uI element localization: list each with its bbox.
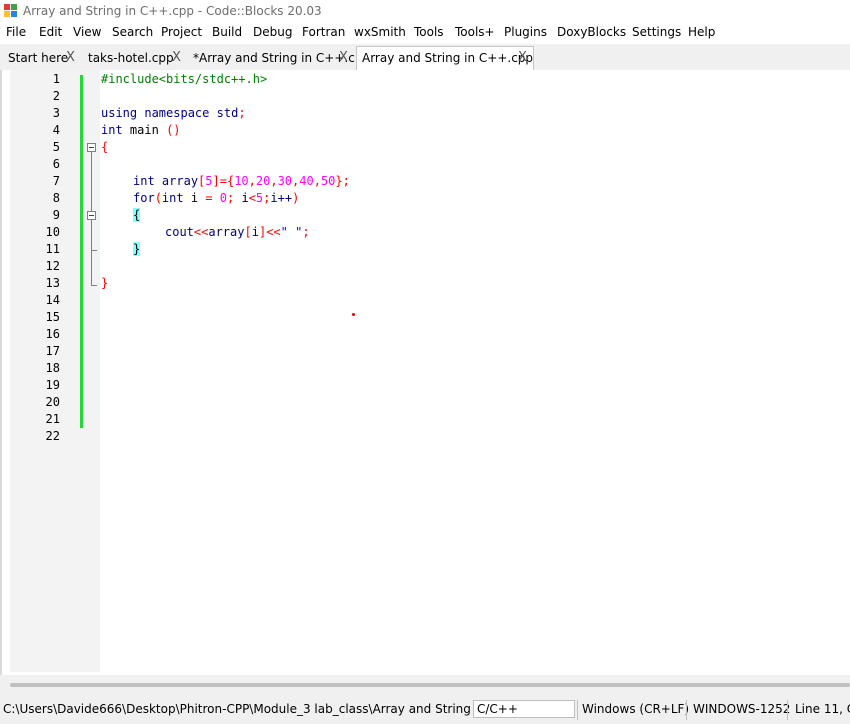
tab-label: taks-hotel.cpp: [88, 51, 174, 65]
line-number: 6: [52, 157, 60, 171]
status-encoding: WINDOWS-1252: [693, 702, 791, 716]
code-line-13: }: [101, 276, 109, 290]
status-language: C/C++: [473, 700, 575, 718]
line-number: 20: [45, 395, 60, 409]
menu-doxyblocks[interactable]: DoxyBlocks: [557, 25, 626, 39]
menu-edit[interactable]: Edit: [39, 25, 62, 39]
tab-array-string-modified[interactable]: *Array and String in C++.c X: [193, 47, 355, 69]
fold-margin: [80, 70, 100, 672]
change-bar: [80, 75, 83, 428]
menu-debug[interactable]: Debug: [253, 25, 292, 39]
editor-tab-bar: Start here X taks-hotel.cpp X *Array and…: [0, 44, 850, 71]
line-number: 3: [52, 106, 60, 120]
codeblocks-app-icon: [4, 4, 17, 17]
line-number: 15: [45, 310, 60, 324]
code-line-10: cout<<array[i]<<" ";: [165, 225, 310, 239]
line-number: 11: [45, 242, 60, 256]
code-line-11: }: [133, 241, 141, 258]
code-line-9: {: [133, 207, 141, 224]
status-bar: C:\Users\Davide666\Desktop\Phitron-CPP\M…: [0, 698, 850, 724]
menu-plugins[interactable]: Plugins: [504, 25, 547, 39]
menu-view[interactable]: View: [73, 25, 101, 39]
window-title: Array and String in C++.cpp - Code::Bloc…: [23, 4, 322, 18]
status-file-path: C:\Users\Davide666\Desktop\Phitron-CPP\M…: [3, 702, 520, 716]
line-number: 17: [45, 344, 60, 358]
menu-bar: File Edit View Search Project Build Debu…: [0, 22, 850, 44]
code-line-3: using namespace std;: [101, 106, 246, 120]
line-number: 13: [45, 276, 60, 290]
line-number: 18: [45, 361, 60, 375]
title-bar: Array and String in C++.cpp - Code::Bloc…: [0, 0, 850, 22]
fold-minus-icon[interactable]: [87, 143, 96, 152]
tab-label: Array and String in C++.cpp: [362, 51, 534, 65]
line-number: 4: [52, 123, 60, 137]
menu-project[interactable]: Project: [161, 25, 202, 39]
close-icon[interactable]: X: [66, 47, 75, 69]
line-number: 12: [45, 259, 60, 273]
status-divider: [577, 700, 578, 720]
code-line-1: #include<bits/stdc++.h>: [101, 72, 268, 86]
scrollbar-track[interactable]: [10, 683, 850, 687]
menu-tools[interactable]: Tools: [414, 25, 444, 39]
menu-settings[interactable]: Settings: [632, 25, 681, 39]
status-line-endings: Windows (CR+LF): [582, 702, 690, 716]
line-number: 19: [45, 378, 60, 392]
brace-match-highlight: {: [133, 208, 141, 222]
code-line-4: int main (): [101, 123, 181, 137]
line-number: 7: [52, 174, 60, 188]
fold-end: [91, 285, 97, 286]
line-number: 2: [52, 89, 60, 103]
status-divider: [686, 700, 687, 720]
cursor-dot: [352, 313, 355, 316]
line-number: 5: [52, 140, 60, 154]
tab-label: *Array and String in C++.c: [193, 51, 355, 65]
menu-file[interactable]: File: [6, 25, 26, 39]
fold-minus-icon[interactable]: [87, 211, 96, 220]
tab-start-here[interactable]: Start here X: [8, 47, 86, 69]
code-editor[interactable]: 1 2 3 4 5 6 7 8 9 10 11 12 13 14 15 16 1…: [0, 70, 850, 675]
line-number: 1: [52, 72, 60, 86]
close-icon[interactable]: X: [172, 47, 181, 69]
line-number: 14: [45, 293, 60, 307]
line-number: 10: [45, 225, 60, 239]
line-number: 16: [45, 327, 60, 341]
menu-help[interactable]: Help: [688, 25, 715, 39]
close-icon[interactable]: X: [518, 47, 527, 69]
fold-end: [91, 250, 97, 251]
code-line-5: {: [101, 140, 109, 154]
tab-taks-hotel[interactable]: taks-hotel.cpp X: [88, 47, 188, 69]
code-line-8: for(int i = 0; i<5;i++): [133, 191, 300, 205]
horizontal-scrollbar[interactable]: [0, 675, 850, 695]
line-number: 22: [45, 429, 60, 443]
menu-search[interactable]: Search: [112, 25, 153, 39]
line-number: 9: [52, 208, 60, 222]
line-number: 21: [45, 412, 60, 426]
tab-label: Start here: [8, 51, 69, 65]
status-cursor-position: Line 11, Co: [795, 702, 850, 716]
menu-tools-plus[interactable]: Tools+: [455, 25, 495, 39]
line-number: 8: [52, 191, 60, 205]
close-icon[interactable]: X: [339, 47, 348, 69]
menu-wxsmith[interactable]: wxSmith: [354, 25, 406, 39]
status-divider: [787, 700, 788, 720]
code-line-7: int array[5]={10,20,30,40,50};: [133, 174, 350, 188]
menu-build[interactable]: Build: [212, 25, 242, 39]
brace-match-highlight: }: [133, 242, 141, 256]
menu-fortran[interactable]: Fortran: [302, 25, 345, 39]
tab-array-string-active[interactable]: Array and String in C++.cpp X: [356, 46, 534, 71]
